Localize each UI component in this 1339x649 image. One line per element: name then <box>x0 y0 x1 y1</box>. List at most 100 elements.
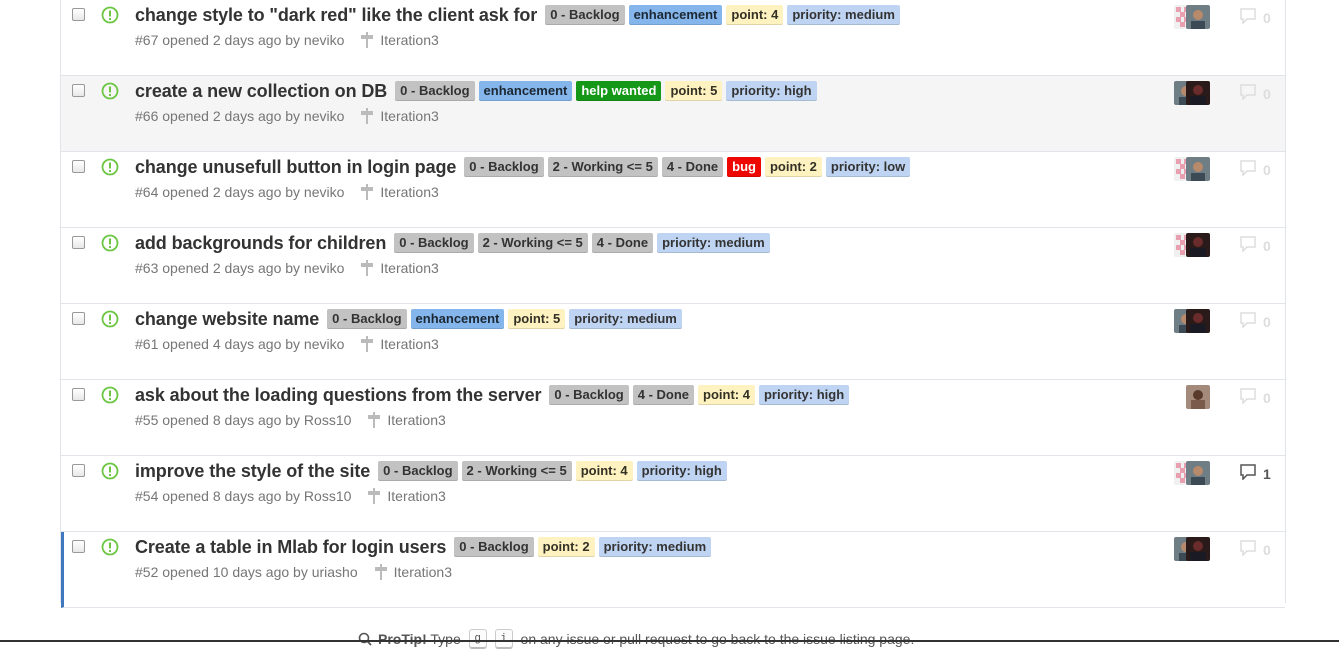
issue-meta[interactable]: #64 opened 2 days ago by neviko <box>135 184 344 200</box>
issue-row[interactable]: create a new collection on DB 0 - Backlog… <box>61 76 1285 152</box>
comments-link[interactable]: 0 <box>1239 236 1271 255</box>
issue-select-checkbox[interactable] <box>72 312 85 325</box>
issue-label[interactable]: 0 - Backlog <box>454 537 534 557</box>
issue-meta[interactable]: #52 opened 10 days ago by uriasho <box>135 564 358 580</box>
issue-label[interactable]: point: 5 <box>508 309 566 329</box>
comment-count: 0 <box>1263 541 1271 558</box>
issue-row[interactable]: Create a table in Mlab for login users 0 … <box>61 532 1285 608</box>
issue-meta-line: #63 opened 2 days ago by neviko Iteration… <box>135 260 439 276</box>
issue-milestone-link[interactable]: Iteration3 <box>380 336 438 352</box>
comments-link[interactable]: 0 <box>1239 8 1271 27</box>
issue-milestone-link[interactable]: Iteration3 <box>387 412 445 428</box>
issue-milestone-link[interactable]: Iteration3 <box>380 260 438 276</box>
issue-title-link[interactable]: change website name <box>135 309 319 330</box>
issue-label[interactable]: priority: medium <box>598 537 712 557</box>
issue-title-link[interactable]: change style to "dark red" like the clie… <box>135 5 537 26</box>
issue-label[interactable]: 2 - Working <= 5 <box>547 157 658 177</box>
issue-label[interactable]: priority: high <box>636 461 727 481</box>
issue-label[interactable]: 4 - Done <box>591 233 654 253</box>
comments-link[interactable]: 1 <box>1239 464 1271 483</box>
comments-link[interactable]: 0 <box>1239 160 1271 179</box>
issue-select-checkbox[interactable] <box>72 464 85 477</box>
comment-count: 0 <box>1263 313 1271 330</box>
issue-meta[interactable]: #67 opened 2 days ago by neviko <box>135 32 344 48</box>
comments-link[interactable]: 0 <box>1239 312 1271 331</box>
issue-label[interactable]: 0 - Backlog <box>464 157 544 177</box>
issue-milestone-link[interactable]: Iteration3 <box>387 488 445 504</box>
issue-select-checkbox[interactable] <box>72 236 85 249</box>
issue-title-line: Create a table in Mlab for login users 0 … <box>135 536 715 558</box>
issue-label[interactable]: 0 - Backlog <box>549 385 629 405</box>
comment-icon <box>1239 312 1257 331</box>
issue-label[interactable]: point: 2 <box>764 157 822 177</box>
issue-row[interactable]: change style to "dark red" like the clie… <box>61 0 1285 76</box>
issue-select-checkbox[interactable] <box>72 8 85 21</box>
assignee-avatar[interactable] <box>1186 5 1210 29</box>
issue-title-link[interactable]: add backgrounds for children <box>135 233 386 254</box>
issue-label[interactable]: bug <box>727 157 761 177</box>
comment-count: 0 <box>1263 161 1271 178</box>
issue-meta[interactable]: #63 opened 2 days ago by neviko <box>135 260 344 276</box>
issue-row[interactable]: add backgrounds for children 0 - Backlog 2… <box>61 228 1285 304</box>
issue-row[interactable]: improve the style of the site 0 - Backlog… <box>61 456 1285 532</box>
issue-meta[interactable]: #61 opened 4 days ago by neviko <box>135 336 344 352</box>
comments-link[interactable]: 0 <box>1239 540 1271 559</box>
issue-meta[interactable]: #55 opened 8 days ago by Ross10 <box>135 412 351 428</box>
milestone-icon <box>360 184 374 200</box>
issue-meta[interactable]: #66 opened 2 days ago by neviko <box>135 108 344 124</box>
issue-label[interactable]: priority: low <box>825 157 911 177</box>
assignee-avatar[interactable] <box>1186 81 1210 105</box>
issue-label[interactable]: enhancement <box>410 309 505 329</box>
issue-meta[interactable]: #54 opened 8 days ago by Ross10 <box>135 488 351 504</box>
issue-label[interactable]: priority: high <box>758 385 850 405</box>
issue-label[interactable]: 2 - Working <= 5 <box>461 461 572 481</box>
issue-select-checkbox[interactable] <box>72 540 85 553</box>
issue-milestone-link[interactable]: Iteration3 <box>380 184 438 200</box>
issue-label[interactable]: 4 - Done <box>632 385 695 405</box>
issue-label[interactable]: point: 4 <box>575 461 633 481</box>
issue-title-link[interactable]: ask about the loading questions from the… <box>135 385 541 406</box>
issue-label[interactable]: priority: medium <box>657 233 770 253</box>
issue-select-checkbox[interactable] <box>72 84 85 97</box>
issue-label[interactable]: point: 4 <box>726 5 784 25</box>
issue-title-link[interactable]: improve the style of the site <box>135 461 370 482</box>
protip: ProTip! Type g i on any issue or pull re… <box>358 629 914 649</box>
issue-label[interactable]: 0 - Backlog <box>545 5 625 25</box>
issue-list: change style to "dark red" like the clie… <box>60 0 1286 608</box>
issue-label[interactable]: enhancement <box>478 81 573 101</box>
issue-milestone-link[interactable]: Iteration3 <box>380 32 438 48</box>
assignee-avatar[interactable] <box>1186 233 1210 257</box>
milestone-icon <box>360 32 374 48</box>
issue-label[interactable]: help wanted <box>576 81 662 101</box>
issue-label[interactable]: 4 - Done <box>661 157 724 177</box>
issue-select-checkbox[interactable] <box>72 388 85 401</box>
issue-row[interactable]: change website name 0 - Backlog enhancemen… <box>61 304 1285 380</box>
issue-label[interactable]: point: 4 <box>698 385 755 405</box>
issue-title-link[interactable]: Create a table in Mlab for login users <box>135 537 446 558</box>
issue-title-link[interactable]: change unusefull button in login page <box>135 157 456 178</box>
issue-milestone-link[interactable]: Iteration3 <box>394 564 452 580</box>
assignee-avatar[interactable] <box>1186 461 1210 485</box>
assignee-avatar[interactable] <box>1186 157 1210 181</box>
comments-link[interactable]: 0 <box>1239 388 1271 407</box>
issue-title-link[interactable]: create a new collection on DB <box>135 81 387 102</box>
assignee-avatar[interactable] <box>1186 309 1210 333</box>
issue-label[interactable]: 2 - Working <= 5 <box>477 233 588 253</box>
issue-label[interactable]: enhancement <box>628 5 723 25</box>
issue-row[interactable]: ask about the loading questions from the… <box>61 380 1285 456</box>
issue-label[interactable]: priority: medium <box>787 5 900 25</box>
issue-row[interactable]: change unusefull button in login page 0 -… <box>61 152 1285 228</box>
issue-label[interactable]: priority: medium <box>569 309 682 329</box>
assignee-avatar[interactable] <box>1186 537 1210 561</box>
issue-milestone-link[interactable]: Iteration3 <box>380 108 438 124</box>
issue-label[interactable]: 0 - Backlog <box>378 461 458 481</box>
issue-label[interactable]: point: 5 <box>665 81 723 101</box>
issue-label[interactable]: point: 2 <box>537 537 595 557</box>
issue-label[interactable]: 0 - Backlog <box>395 81 475 101</box>
issue-select-checkbox[interactable] <box>72 160 85 173</box>
issue-label[interactable]: 0 - Backlog <box>394 233 474 253</box>
assignee-avatar[interactable] <box>1186 385 1210 409</box>
issue-label[interactable]: 0 - Backlog <box>327 309 407 329</box>
comments-link[interactable]: 0 <box>1239 84 1271 103</box>
issue-label[interactable]: priority: high <box>726 81 817 101</box>
